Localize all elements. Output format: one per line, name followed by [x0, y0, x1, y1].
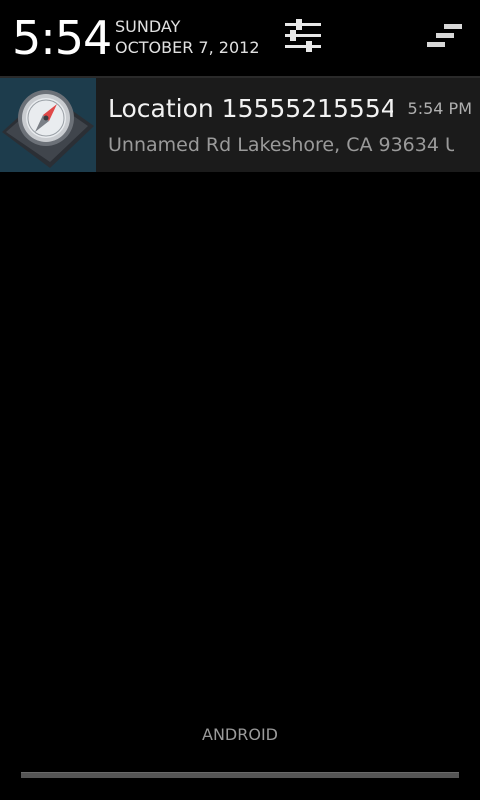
compass-icon [2, 90, 94, 168]
notification-shade: 5:54 SUNDAY OCTOBER 7, 2012 Location 155… [0, 0, 480, 800]
date-block: SUNDAY OCTOBER 7, 2012 [115, 16, 280, 58]
notification-text: Unnamed Rd Lakeshore, CA 93634 U [108, 134, 454, 156]
clear-all-icon[interactable] [424, 22, 464, 50]
notification-title: Location 15555215554 [108, 94, 393, 123]
date-label: OCTOBER 7, 2012 [115, 38, 260, 57]
notification-time: 5:54 PM [407, 99, 472, 118]
notification-icon-tile [0, 78, 96, 172]
clock: 5:54 [12, 11, 112, 65]
settings-sliders-icon[interactable] [282, 18, 324, 54]
shade-header: 5:54 SUNDAY OCTOBER 7, 2012 [0, 0, 480, 76]
day-label: SUNDAY [115, 17, 181, 36]
location-notification[interactable]: Location 15555215554 5:54 PM Unnamed Rd … [0, 76, 480, 172]
shade-drag-handle[interactable] [21, 772, 459, 778]
carrier-label: ANDROID [202, 725, 278, 744]
